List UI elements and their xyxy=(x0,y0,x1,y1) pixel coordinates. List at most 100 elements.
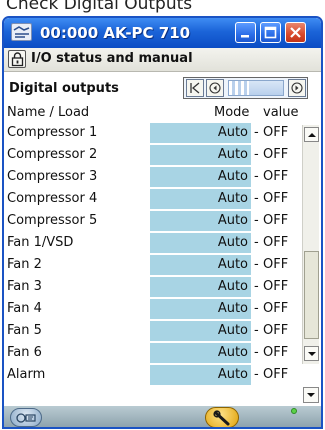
arrow-down-icon xyxy=(308,352,316,356)
row-value: OFF xyxy=(263,345,289,360)
row-mode-field[interactable]: Auto xyxy=(150,321,251,341)
scroll-down-button[interactable] xyxy=(304,346,319,361)
row-separator: - xyxy=(254,147,259,162)
row-separator: - xyxy=(254,191,259,206)
wrench-button[interactable] xyxy=(205,407,239,427)
next-button[interactable] xyxy=(288,79,306,97)
service-tool-icon xyxy=(16,413,36,423)
maximize-button[interactable] xyxy=(260,22,281,43)
row-value: OFF xyxy=(263,367,289,382)
service-tool-button[interactable] xyxy=(10,408,42,427)
lock-icon xyxy=(11,52,24,67)
row-separator: - xyxy=(254,125,259,140)
first-page-icon xyxy=(190,82,200,94)
alarm-scroll-down-button[interactable] xyxy=(303,387,319,403)
table-row: Fan 2 Auto - OFF xyxy=(4,255,304,276)
row-mode-field[interactable]: Auto xyxy=(150,299,251,319)
row-mode-field[interactable]: Auto xyxy=(150,343,251,363)
table-row: Fan 6 Auto - OFF xyxy=(4,343,304,364)
outputs-table: Compressor 1 Auto - OFF Compressor 2 Aut… xyxy=(4,123,321,385)
next-icon xyxy=(291,82,303,94)
digital-outputs-title: Digital outputs xyxy=(9,81,119,96)
row-separator: - xyxy=(254,213,259,228)
row-name: Compressor 4 xyxy=(7,191,98,206)
table-row: Fan 1/VSD Auto - OFF xyxy=(4,233,304,254)
title-bar[interactable]: 00:000 AK-PC 710 xyxy=(4,18,321,48)
row-mode-field[interactable]: Auto xyxy=(150,255,251,275)
arrow-down-icon xyxy=(307,393,315,397)
page-navigator xyxy=(183,77,308,99)
maximize-icon xyxy=(264,26,277,39)
previous-icon xyxy=(209,82,221,94)
previous-button[interactable] xyxy=(206,79,224,97)
row-value: OFF xyxy=(263,257,289,272)
arrow-up-icon xyxy=(308,133,316,137)
row-value: OFF xyxy=(263,323,289,338)
table-row: Compressor 3 Auto - OFF xyxy=(4,167,304,188)
row-name: Alarm xyxy=(7,367,46,382)
column-headers: Name / Load Mode value xyxy=(4,104,321,122)
page-caption: Check Digital Outputs xyxy=(6,0,193,14)
close-icon xyxy=(290,27,301,38)
page-slider[interactable] xyxy=(228,80,284,96)
wrench-icon xyxy=(213,410,230,426)
window-title: 00:000 AK-PC 710 xyxy=(40,24,191,42)
section-title: I/O status and manual xyxy=(31,51,193,66)
row-mode-field[interactable]: Auto xyxy=(150,233,251,253)
row-name: Fan 3 xyxy=(7,279,42,294)
row-name: Compressor 2 xyxy=(7,147,98,162)
minimize-button[interactable] xyxy=(235,22,256,43)
column-header-value: value xyxy=(263,105,299,120)
row-separator: - xyxy=(254,301,259,316)
row-name: Fan 2 xyxy=(7,257,42,272)
table-row: Compressor 4 Auto - OFF xyxy=(4,189,304,210)
row-value: OFF xyxy=(263,125,289,140)
row-value: OFF xyxy=(263,213,289,228)
row-mode-field[interactable]: Auto xyxy=(150,189,251,209)
row-value: OFF xyxy=(263,279,289,294)
footer-bar xyxy=(4,406,321,427)
row-name: Compressor 1 xyxy=(7,125,98,140)
row-value: OFF xyxy=(263,169,289,184)
row-value: OFF xyxy=(263,235,289,250)
scroll-up-button[interactable] xyxy=(304,127,319,142)
row-value: OFF xyxy=(263,147,289,162)
row-value: OFF xyxy=(263,301,289,316)
page-slider-thumb[interactable] xyxy=(229,81,249,95)
app-icon xyxy=(11,23,32,41)
digital-outputs-header: Digital outputs xyxy=(4,72,321,104)
row-separator: - xyxy=(254,279,259,294)
row-mode-field[interactable]: Auto xyxy=(150,145,251,165)
status-led xyxy=(291,408,297,414)
row-mode-field[interactable]: Auto xyxy=(150,211,251,231)
column-header-name: Name / Load xyxy=(7,105,90,120)
table-row: Fan 4 Auto - OFF xyxy=(4,299,304,320)
row-mode-field[interactable]: Auto xyxy=(150,167,251,187)
app-window: 00:000 AK-PC 710 I/O status and manual D… xyxy=(2,16,323,429)
table-row: Fan 3 Auto - OFF xyxy=(4,277,304,298)
close-button[interactable] xyxy=(285,22,306,43)
minimize-icon xyxy=(241,35,249,38)
row-mode-field[interactable]: Auto xyxy=(150,365,251,385)
column-header-mode: Mode xyxy=(214,105,250,120)
row-name: Fan 4 xyxy=(7,301,42,316)
table-row: Compressor 1 Auto - OFF xyxy=(4,123,304,144)
row-separator: - xyxy=(254,169,259,184)
first-page-button[interactable] xyxy=(186,79,204,97)
table-row: Compressor 2 Auto - OFF xyxy=(4,145,304,166)
row-name: Fan 5 xyxy=(7,323,42,338)
table-row: Compressor 5 Auto - OFF xyxy=(4,211,304,232)
vertical-scrollbar[interactable] xyxy=(302,125,319,364)
row-separator: - xyxy=(254,367,259,382)
toolbar: I/O status and manual xyxy=(4,48,321,72)
row-mode-field[interactable]: Auto xyxy=(150,277,251,297)
row-name: Fan 6 xyxy=(7,345,42,360)
table-row: Fan 5 Auto - OFF xyxy=(4,321,304,342)
lock-button[interactable] xyxy=(8,50,26,68)
row-mode-field[interactable]: Auto xyxy=(150,123,251,143)
row-separator: - xyxy=(254,323,259,338)
row-name: Compressor 3 xyxy=(7,169,98,184)
row-value: OFF xyxy=(263,191,289,206)
row-separator: - xyxy=(254,345,259,360)
scroll-thumb[interactable] xyxy=(304,251,319,339)
